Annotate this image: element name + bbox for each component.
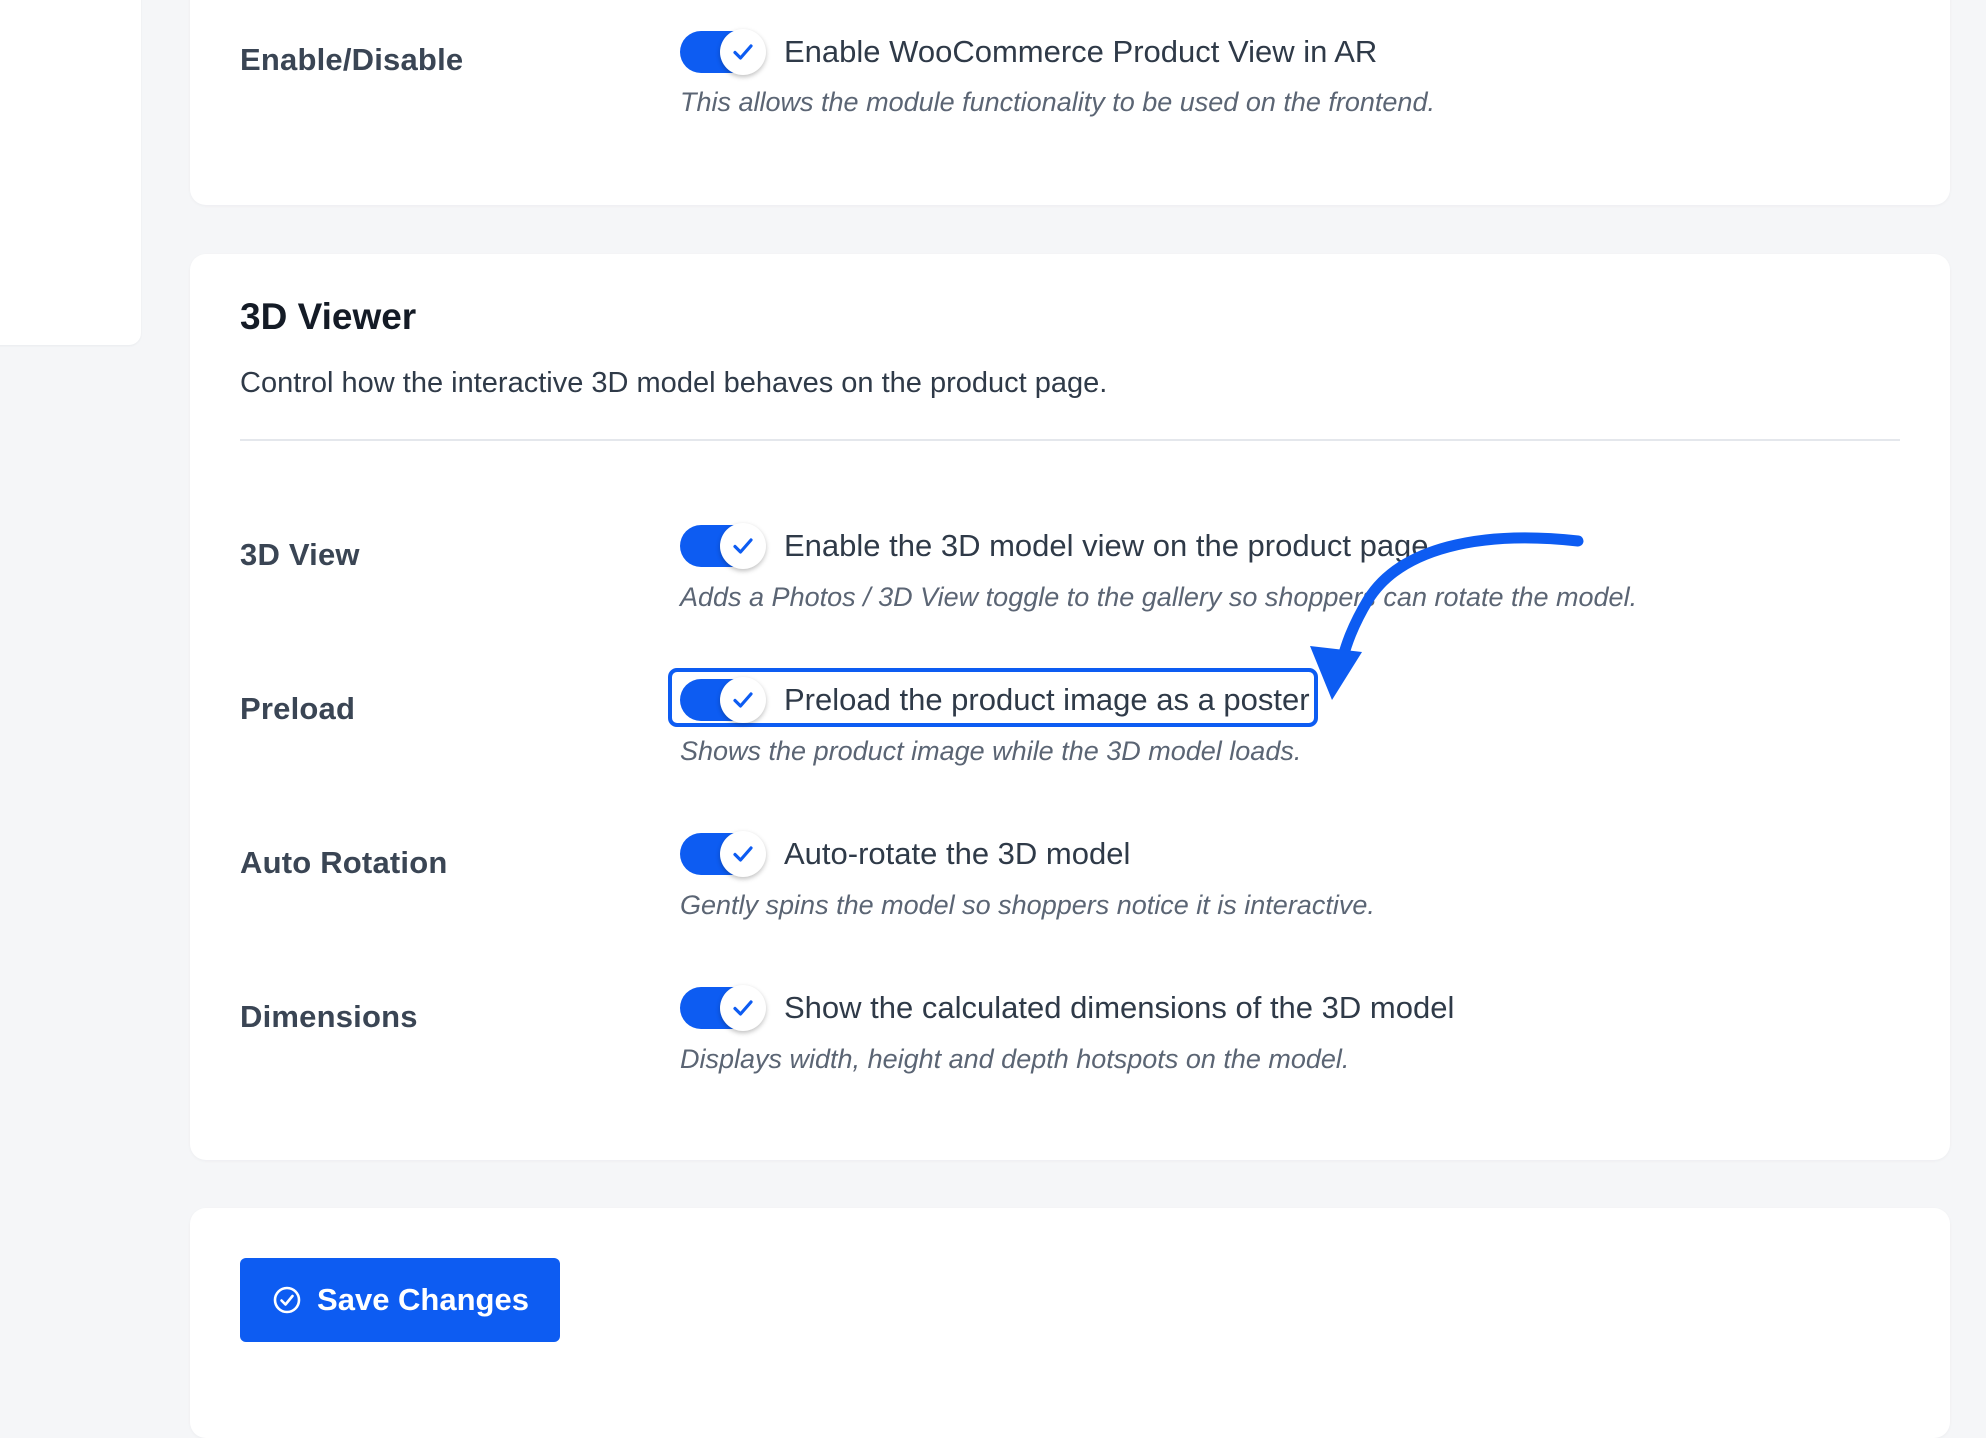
dimensions-description: Displays width, height and depth hotspot… — [680, 1044, 1350, 1074]
preload-description: Shows the product image while the 3D mod… — [680, 736, 1302, 766]
preload-toggle[interactable] — [680, 677, 766, 723]
row-label-3d-view: 3D View — [240, 537, 360, 572]
check-icon — [733, 692, 753, 708]
viewer-settings-card: 3D Viewer Control how the interactive 3D… — [190, 254, 1950, 1160]
section-title: 3D Viewer — [240, 296, 417, 337]
sidebar-panel — [0, 0, 141, 345]
3d-view-description: Adds a Photos / 3D View toggle to the ga… — [680, 582, 1638, 612]
toggle-knob — [720, 523, 766, 569]
enable-ar-option-text: Enable WooCommerce Product View in AR — [784, 34, 1378, 69]
check-icon — [733, 846, 753, 862]
check-circle-icon — [273, 1286, 301, 1314]
toggle-knob — [720, 985, 766, 1031]
enable-ar-toggle[interactable] — [680, 29, 766, 75]
toggle-knob — [720, 29, 766, 75]
general-settings-card: Enable/Disable Enable WooCommerce Produc… — [190, 0, 1950, 205]
check-icon — [733, 44, 753, 60]
dimensions-option-text: Show the calculated dimensions of the 3D… — [784, 990, 1455, 1025]
row-label-dimensions: Dimensions — [240, 999, 418, 1034]
toggle-knob — [720, 831, 766, 877]
row-label-preload: Preload — [240, 691, 356, 726]
check-icon — [733, 1000, 753, 1016]
section-divider — [240, 439, 1900, 441]
preload-option-text: Preload the product image as a poster — [784, 682, 1310, 717]
enable-disable-label: Enable/Disable — [240, 42, 464, 77]
toggle-knob — [720, 677, 766, 723]
check-icon — [733, 538, 753, 554]
section-subtitle: Control how the interactive 3D model beh… — [240, 367, 1108, 399]
save-changes-label: Save Changes — [317, 1282, 529, 1317]
3d-view-option-text: Enable the 3D model view on the product … — [784, 528, 1429, 563]
auto-rotation-toggle[interactable] — [680, 831, 766, 877]
save-changes-button[interactable]: Save Changes — [240, 1258, 560, 1342]
dimensions-toggle[interactable] — [680, 985, 766, 1031]
row-label-auto-rotation: Auto Rotation — [240, 845, 448, 880]
auto-rotation-option-text: Auto-rotate the 3D model — [784, 836, 1131, 871]
save-card: Save Changes — [190, 1208, 1950, 1438]
auto-rotation-description: Gently spins the model so shoppers notic… — [680, 890, 1375, 920]
3d-view-toggle[interactable] — [680, 523, 766, 569]
enable-ar-description: This allows the module functionality to … — [680, 87, 1435, 117]
